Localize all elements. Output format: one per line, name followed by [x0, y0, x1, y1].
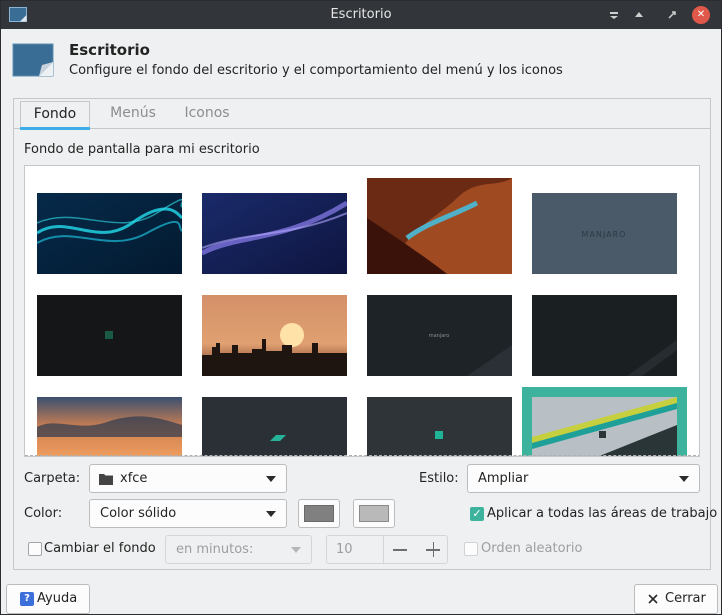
wallpaper-city-sunset[interactable]: [202, 295, 347, 376]
tab-label: Iconos: [184, 105, 230, 121]
chevron-down-icon: [266, 476, 276, 482]
folder-value: xfce: [120, 471, 148, 486]
restore-icon[interactable]: [663, 6, 681, 24]
tab-active-indicator: [20, 127, 90, 130]
help-label: Ayuda: [37, 591, 78, 606]
wallpaper-section-label: Fondo de pantalla para mi escritorio: [24, 142, 260, 157]
change-background-checkbox[interactable]: [28, 542, 42, 556]
page-header: Escritorio Configure el fondo del escrit…: [1, 29, 721, 89]
tab-fondo[interactable]: Fondo: [20, 101, 90, 130]
color-label: Color:: [24, 506, 63, 521]
plus-icon-vertical: [432, 542, 434, 557]
tab-menus[interactable]: Menús: [98, 101, 168, 129]
color-mode-value: Color sólido: [100, 506, 177, 521]
chevron-down-icon: [679, 476, 689, 482]
svg-text:MANJARO: MANJARO: [582, 230, 627, 239]
wallpaper-dark-logo[interactable]: [37, 295, 182, 376]
page-subtitle: Configure el fondo del escritorio y el c…: [69, 63, 563, 78]
folder-combo[interactable]: xfce: [89, 464, 287, 493]
random-order-label[interactable]: Orden aleatorio: [481, 541, 582, 556]
wallpaper-clouds-sunset[interactable]: [37, 397, 182, 457]
wallpaper-purple-waves[interactable]: [202, 193, 347, 274]
chevron-down-icon: [291, 547, 301, 553]
style-combo[interactable]: Ampliar: [467, 464, 700, 493]
gallery-scroll-edge: [25, 455, 699, 456]
wallpaper-dark-stripes[interactable]: [532, 295, 677, 376]
change-background-label[interactable]: Cambiar el fondo: [44, 541, 156, 556]
help-icon: ?: [20, 592, 34, 606]
chevron-down-icon: [266, 511, 276, 517]
apply-all-label[interactable]: Aplicar a todas las áreas de trabajo: [487, 506, 717, 521]
minimize-icon[interactable]: [605, 6, 623, 24]
desktop-icon: [12, 43, 54, 77]
close-icon[interactable]: ✕: [692, 6, 710, 24]
primary-color-swatch: [304, 505, 334, 522]
style-value: Ampliar: [478, 471, 529, 486]
spinbox-divider: [383, 536, 384, 563]
check-icon: ✓: [472, 507, 482, 520]
wallpaper-teal-waves[interactable]: [37, 193, 182, 274]
random-order-checkbox[interactable]: [464, 542, 478, 556]
wallpaper-manjaro-stripes[interactable]: [532, 397, 677, 457]
apply-all-checkbox[interactable]: ✓: [470, 507, 484, 521]
wallpaper-canyon[interactable]: [367, 178, 512, 274]
tab-label: Fondo: [33, 106, 77, 122]
desktop-settings-window: Escritorio ✕ Escritorio Configure el fon…: [0, 0, 722, 615]
wallpaper-dark-green-logo[interactable]: [202, 397, 347, 457]
interval-combo[interactable]: en minutos:: [165, 535, 312, 564]
x-icon: [648, 594, 658, 604]
maximize-icon[interactable]: [630, 6, 648, 24]
secondary-color-button[interactable]: [353, 499, 395, 528]
primary-color-button[interactable]: [298, 499, 340, 528]
wallpaper-manjaro-gray[interactable]: MANJARO: [532, 193, 677, 274]
title-bar[interactable]: Escritorio ✕: [1, 1, 721, 29]
folder-label: Carpeta:: [24, 471, 81, 486]
wallpaper-manjaro-dark[interactable]: manjaro: [367, 295, 512, 376]
interval-value: en minutos:: [176, 542, 254, 557]
close-label: Cerrar: [665, 591, 706, 606]
interval-spinbox[interactable]: 10: [326, 535, 448, 564]
page-title: Escritorio: [69, 41, 150, 59]
color-mode-combo[interactable]: Color sólido: [89, 499, 287, 528]
wallpaper-gallery[interactable]: MANJARO manjaro: [24, 165, 700, 457]
help-button[interactable]: ? Ayuda: [6, 584, 90, 614]
tab-label: Menús: [110, 105, 156, 121]
wallpaper-dark-teal-square[interactable]: [367, 397, 512, 457]
minus-icon[interactable]: [393, 549, 407, 551]
close-button[interactable]: Cerrar: [634, 584, 718, 614]
interval-number: 10: [336, 542, 353, 557]
svg-text:manjaro: manjaro: [429, 333, 450, 339]
folder-icon: [99, 474, 113, 485]
secondary-color-swatch: [359, 505, 389, 522]
style-label: Estilo:: [419, 471, 459, 486]
tab-iconos[interactable]: Iconos: [172, 101, 242, 129]
